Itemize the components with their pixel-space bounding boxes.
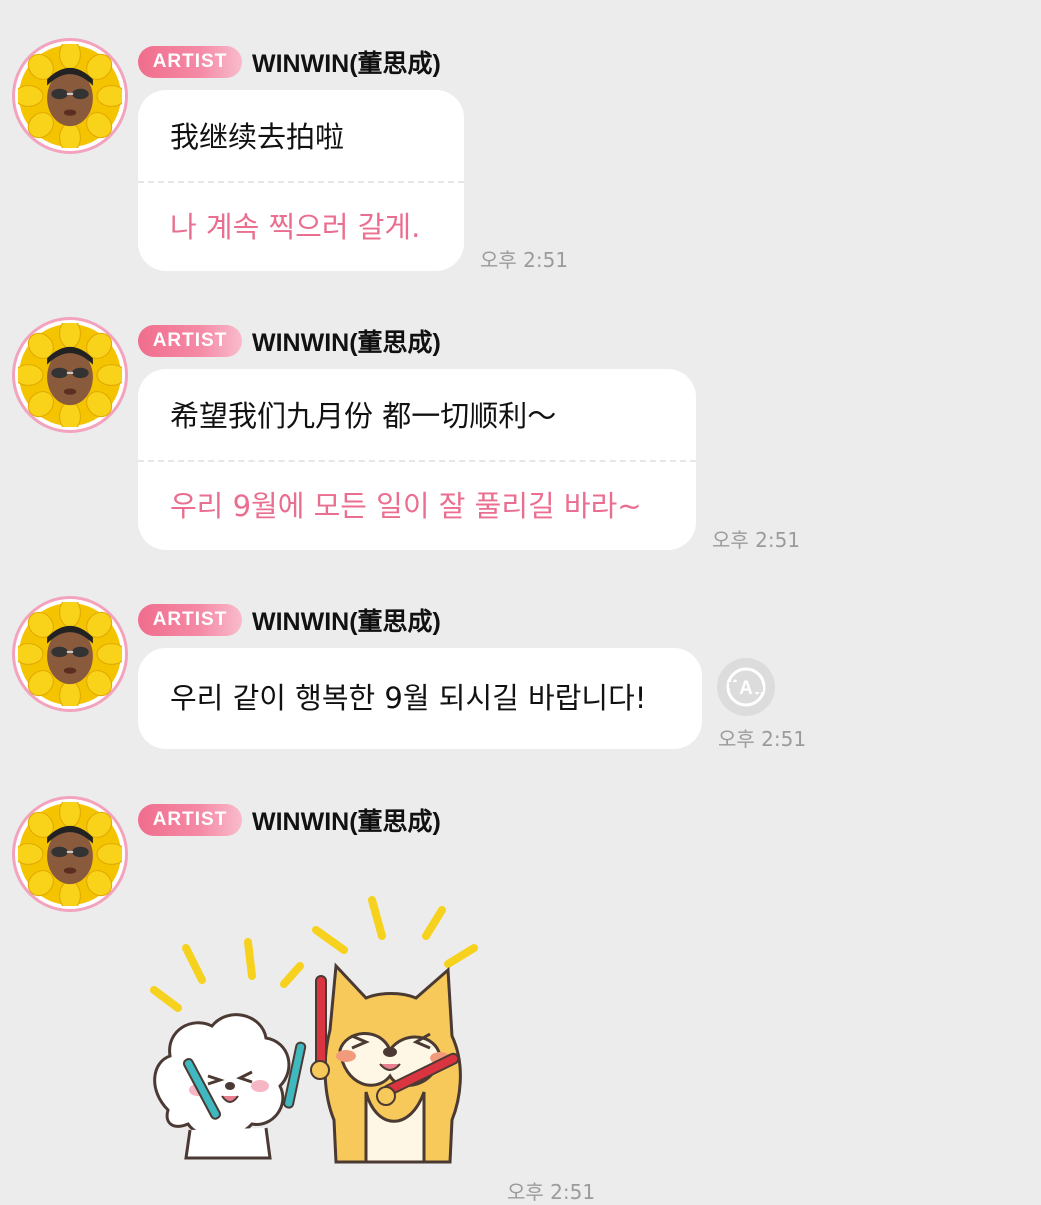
timestamp: 오후 2:51 (712, 528, 801, 552)
sunflower-avatar-icon (18, 602, 122, 706)
dog-and-shiba-cheering-sticker[interactable] (140, 880, 500, 1170)
message-header: ARTIST WINWIN(董思成) (138, 602, 441, 638)
avatar[interactable] (12, 317, 128, 433)
avatar[interactable] (12, 38, 128, 154)
message-header: ARTIST WINWIN(董思成) (138, 44, 441, 80)
translated-text: 나 계속 찍으러 갈게. (170, 210, 421, 244)
artist-badge: ARTIST (138, 804, 242, 836)
original-text: 希望我们九月份 都一切顺利〜 (170, 399, 557, 433)
original-text: 우리 같이 행복한 9월 되시길 바랍니다! (170, 681, 647, 715)
sender-name: WINWIN(董思成) (252, 608, 441, 636)
chat-bubble[interactable]: 希望我们九月份 都一切顺利〜 우리 9월에 모든 일이 잘 풀리길 바라~ (138, 369, 696, 550)
translate-button[interactable]: A (717, 658, 775, 716)
original-text: 我继续去拍啦 (170, 120, 345, 154)
translate-icon: A (726, 667, 766, 707)
timestamp: 오후 2:51 (480, 248, 569, 272)
timestamp: 오후 2:51 (507, 1180, 596, 1204)
chat-bubble[interactable]: 우리 같이 행복한 9월 되시길 바랍니다! (138, 648, 702, 749)
message-header: ARTIST WINWIN(董思成) (138, 802, 441, 838)
sender-name: WINWIN(董思成) (252, 50, 441, 78)
translated-text: 우리 9월에 모든 일이 잘 풀리길 바라~ (170, 489, 642, 523)
sunflower-avatar-icon (18, 802, 122, 906)
artist-badge: ARTIST (138, 325, 242, 357)
artist-badge: ARTIST (138, 46, 242, 78)
sunflower-avatar-icon (18, 44, 122, 148)
timestamp: 오후 2:51 (718, 727, 807, 751)
message-header: ARTIST WINWIN(董思成) (138, 323, 441, 359)
sender-name: WINWIN(董思成) (252, 808, 441, 836)
artist-badge: ARTIST (138, 604, 242, 636)
chat-bubble[interactable]: 我继续去拍啦 나 계속 찍으러 갈게. (138, 90, 464, 271)
sender-name: WINWIN(董思成) (252, 329, 441, 357)
sunflower-avatar-icon (18, 323, 122, 427)
avatar[interactable] (12, 796, 128, 912)
svg-text:A: A (739, 678, 753, 699)
avatar[interactable] (12, 596, 128, 712)
